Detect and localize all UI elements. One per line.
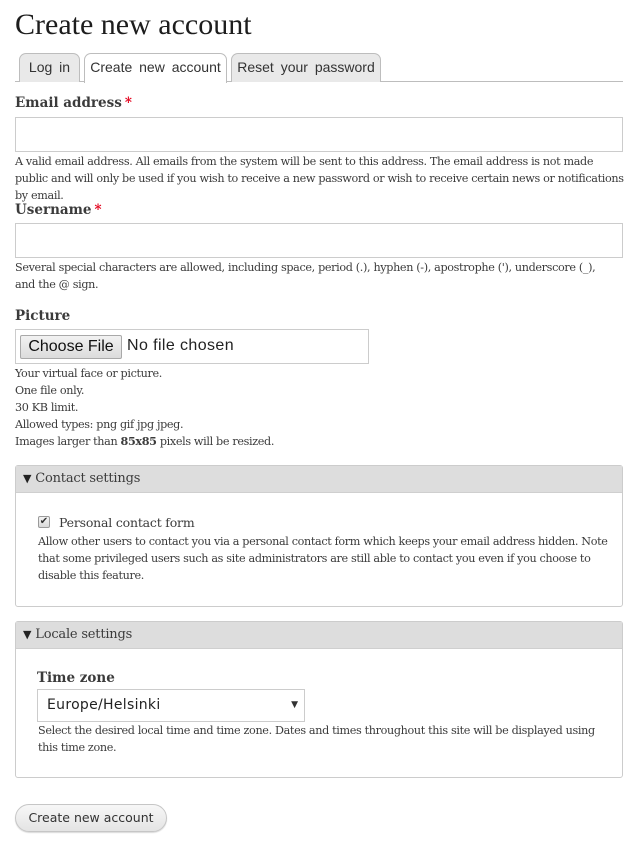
resize-prefix: Images larger than — [15, 435, 121, 448]
picture-description: Your virtual face or picture. One file o… — [15, 365, 274, 450]
timezone-label: Time zone — [37, 670, 115, 686]
picture-desc-line: Your virtual face or picture. — [15, 367, 162, 380]
dropdown-arrow-icon: ▼ — [291, 700, 298, 710]
picture-desc-line: One file only. — [15, 384, 85, 397]
picture-desc-line: Allowed types: png gif jpg jpeg. — [15, 418, 184, 431]
choose-file-button[interactable]: Choose File — [20, 335, 122, 359]
required-marker: * — [124, 95, 132, 111]
contact-description: Allow other users to contact you via a p… — [38, 535, 608, 582]
tab-reset-password[interactable]: Reset your password — [231, 53, 381, 82]
collapse-triangle-icon: ▼ — [23, 628, 32, 641]
username-description: Several special characters are allowed, … — [15, 261, 596, 291]
contact-settings-toggle[interactable]: ▼ Contact settings — [16, 466, 622, 493]
email-description: A valid email address. All emails from t… — [15, 155, 624, 202]
required-marker: * — [94, 202, 102, 218]
email-input[interactable] — [15, 117, 623, 152]
collapse-triangle-icon: ▼ — [23, 472, 32, 485]
picture-desc-line: 30 KB limit. — [15, 401, 79, 414]
username-input[interactable] — [15, 223, 623, 258]
resize-suffix: pixels will be resized. — [156, 435, 275, 448]
contact-settings-fieldset: ▼ Contact settings ✔ Personal contact for… — [15, 465, 623, 607]
username-label-text: Username — [15, 202, 92, 218]
contact-settings-legend: Contact settings — [35, 471, 141, 486]
tab-log-in[interactable]: Log in — [19, 53, 80, 82]
username-label: Username * — [15, 202, 102, 218]
picture-label: Picture — [15, 308, 71, 324]
email-label-text: Email address — [15, 95, 122, 111]
tabs: Log in Create new account Reset your pas… — [15, 53, 623, 83]
locale-settings-fieldset: ▼ Locale settings Time zone Europe/Helsin… — [15, 621, 623, 778]
timezone-description: Select the desired local time and time z… — [38, 724, 595, 754]
email-label: Email address * — [15, 95, 132, 111]
picture-file-input[interactable]: Choose File No file chosen — [15, 329, 369, 364]
personal-contact-form-checkbox[interactable]: ✔ — [38, 516, 50, 528]
file-status: No file chosen — [127, 337, 234, 354]
create-account-button[interactable]: Create new account — [15, 804, 167, 832]
resize-dimensions: 85x85 — [120, 434, 157, 448]
timezone-value: Europe/Helsinki — [47, 697, 161, 713]
tab-create-new-account[interactable]: Create new account — [84, 53, 227, 83]
locale-settings-toggle[interactable]: ▼ Locale settings — [16, 622, 622, 649]
locale-settings-legend: Locale settings — [35, 627, 133, 642]
picture-desc-line: Images larger than 85x85 pixels will be … — [15, 433, 274, 450]
timezone-select[interactable]: Europe/Helsinki ▼ — [37, 689, 305, 722]
page-title: Create new account — [15, 8, 252, 41]
personal-contact-form-label[interactable]: Personal contact form — [59, 515, 195, 530]
